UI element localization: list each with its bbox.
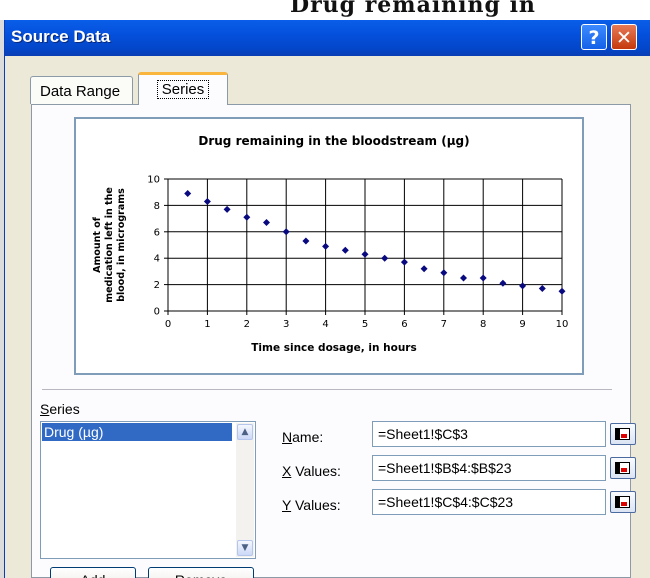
data-point [400,258,408,266]
y-tick-label: 6 [154,227,160,238]
y-values-collapse-button[interactable] [610,491,636,513]
chart-svg: Drug remaining in the bloodstream (µg) 0… [92,134,569,354]
data-point [361,250,369,258]
series-list-scrollbar[interactable]: ▲ ▼ [236,423,254,557]
chart-preview: Drug remaining in the bloodstream (µg) 0… [74,117,584,375]
add-label-accel: A [81,572,90,578]
name-field-label: Name: [282,429,323,445]
add-label-rest: dd [90,572,106,578]
help-icon: ? [588,27,600,49]
x-tick-label: 0 [165,319,171,330]
y-tick-label: 4 [154,254,160,265]
x-axis-label: Time since dosage, in hours [251,342,416,354]
x-tick-label: 7 [441,319,447,330]
y-values-field[interactable]: =Sheet1!$C$4:$C$23 [372,489,606,515]
collapse-dialog-icon [615,428,630,440]
separator [42,389,612,390]
series-section-label: Series [40,401,80,417]
x-tick-label: 6 [401,319,407,330]
data-point [223,205,231,213]
y-label-accel: Y [282,497,292,513]
name-label-accel: N [282,429,293,445]
scroll-up-icon[interactable]: ▲ [237,424,253,440]
y-axis-label: Amount of medication left in the blood, in… [92,187,127,303]
x-tick-label: 3 [283,319,289,330]
y-tick-label: 10 [147,175,160,186]
background-document: Drug remaining in [0,0,650,20]
data-point [499,279,507,287]
data-point [460,274,467,282]
x-axis-ticks: 0 1 2 3 4 5 6 7 8 9 10 [165,311,569,330]
chart-gridlines [167,178,563,312]
y-axis-label-line: medication left in the [104,187,115,303]
data-point [322,242,330,250]
data-point [243,213,251,221]
x-tick-label: 10 [556,319,569,330]
data-point [203,197,211,205]
add-series-button[interactable]: Add [50,567,136,578]
data-point [381,254,389,262]
remove-series-button[interactable]: Remove [148,567,254,578]
tab-series[interactable]: Series [138,72,228,105]
y-axis-ticks: 0 2 4 6 8 10 [147,175,168,318]
data-point [558,287,566,295]
data-point [341,246,349,254]
x-label-rest: Values: [291,463,341,479]
y-axis-label-line: Amount of [92,216,103,273]
series-listbox[interactable]: Drug (µg) ▲ ▼ [40,421,256,559]
dialog-titlebar[interactable]: Source Data ? ✕ [5,20,650,56]
data-point [184,190,192,198]
dialog-title: Source Data [11,27,111,46]
scroll-down-icon[interactable]: ▼ [237,540,253,556]
series-label-accel: S [40,401,50,417]
series-list-item[interactable]: Drug (µg) [42,423,232,441]
source-data-dialog: Source Data ? ✕ Data Range Series Drug r… [4,20,650,578]
x-tick-label: 1 [204,319,210,330]
y-tick-label: 0 [154,307,160,318]
y-tick-label: 2 [154,280,160,291]
remove-label-accel: R [175,572,185,578]
x-tick-label: 9 [519,319,525,330]
y-axis-label-line: blood, in micrograms [116,188,127,302]
y-values-label: Y Values: [282,497,341,513]
x-values-field[interactable]: =Sheet1!$B$4:$B$23 [372,455,606,481]
x-values-collapse-button[interactable] [610,457,636,479]
x-tick-label: 5 [362,319,368,330]
chart-title: Drug remaining in the bloodstream (µg) [198,134,469,148]
x-tick-label: 4 [322,319,328,330]
remove-label-rest: emove [185,572,227,578]
tab-data-range[interactable]: Data Range [30,76,133,104]
data-point [282,228,290,236]
tab-series-label: Series [156,80,210,99]
data-point [420,265,428,273]
close-button[interactable]: ✕ [611,24,637,50]
collapse-dialog-icon [615,496,630,508]
data-point [440,269,448,277]
data-point [519,282,527,290]
y-tick-label: 8 [154,201,160,212]
series-label-rest: eries [49,401,80,417]
help-button[interactable]: ? [581,24,607,50]
data-point [263,219,270,227]
data-point [302,237,310,245]
name-label-rest: ame: [292,429,324,445]
data-point [479,274,487,282]
data-point [538,285,546,293]
x-tick-label: 2 [244,319,250,330]
name-field[interactable]: =Sheet1!$C$3 [372,421,606,447]
x-tick-label: 8 [480,319,486,330]
x-values-label: X Values: [282,463,341,479]
series-tab-panel: Drug remaining in the bloodstream (µg) 0… [31,104,636,578]
background-heading-fragment: Drug remaining in [290,0,536,18]
y-label-rest: Values: [291,497,341,513]
x-label-accel: X [282,463,292,479]
name-collapse-button[interactable] [610,423,636,445]
collapse-dialog-icon [615,462,630,474]
close-icon: ✕ [616,27,632,49]
